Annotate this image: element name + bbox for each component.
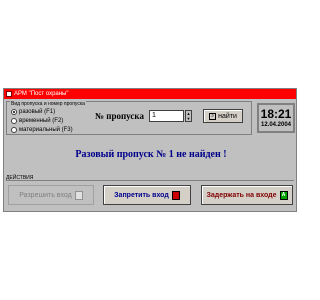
radio-button[interactable] [11, 118, 17, 124]
pass-type-group-title: Вид пропуска и номер пропуска [10, 101, 86, 107]
search-icon: ⌕ [209, 112, 217, 120]
pass-number-label: № пропуска [95, 111, 144, 121]
title-bar[interactable]: АРМ "Пост охраны" [4, 89, 296, 99]
window-title: АРМ "Пост охраны" [14, 91, 69, 97]
clock-date: 12.04.2004 [260, 122, 292, 128]
deny-entry-button[interactable]: Запретить вход [103, 185, 191, 205]
radio-button[interactable] [11, 127, 17, 133]
divider [6, 180, 294, 181]
radio-label: временный (F2) [19, 118, 64, 124]
spin-down-icon[interactable]: ▼ [186, 116, 191, 121]
radio-temporary[interactable]: временный (F2) [11, 118, 63, 124]
door-icon [74, 190, 83, 200]
hold-at-entry-button[interactable]: Задержать на входе A [201, 185, 293, 205]
radio-button[interactable] [11, 109, 17, 115]
app-window: АРМ "Пост охраны" Вид пропуска и номер п… [3, 88, 297, 212]
deny-entry-label: Запретить вход [114, 191, 169, 199]
allow-entry-label: Разрешить вход [19, 191, 72, 199]
radio-label: материальный (F3) [19, 127, 73, 133]
alarm-icon: A [279, 190, 288, 200]
clock-time: 18:21 [260, 107, 292, 121]
clock: 18:21 12.04.2004 [257, 103, 295, 133]
pass-number-spinner[interactable]: ▲ ▼ [185, 110, 192, 122]
stop-icon [171, 190, 180, 200]
hold-at-entry-label: Задержать на входе [206, 191, 277, 199]
find-button-label: найти [218, 112, 237, 120]
radio-one-time[interactable]: разовый (F1) [11, 109, 55, 115]
app-icon [6, 91, 12, 97]
allow-entry-button[interactable]: Разрешить вход [8, 185, 94, 205]
radio-label: разовый (F1) [19, 109, 56, 115]
find-button[interactable]: ⌕ найти [203, 109, 243, 123]
radio-material[interactable]: материальный (F3) [11, 127, 73, 133]
pass-number-input[interactable]: 1 [149, 110, 184, 122]
status-message: Разовый пропуск № 1 не найден ! [75, 149, 227, 160]
